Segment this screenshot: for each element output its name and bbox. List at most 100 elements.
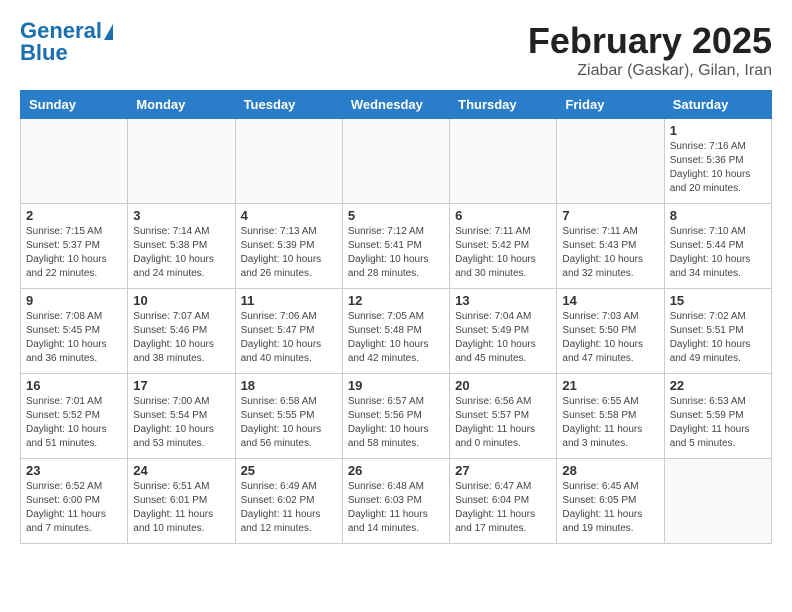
day-number: 10 xyxy=(133,293,229,308)
day-info: Sunrise: 6:49 AM Sunset: 6:02 PM Dayligh… xyxy=(241,480,337,536)
calendar-cell xyxy=(450,119,557,204)
weekday-header: Friday xyxy=(557,91,664,119)
day-info: Sunrise: 7:16 AM Sunset: 5:36 PM Dayligh… xyxy=(670,140,766,196)
logo: General Blue xyxy=(20,20,113,64)
logo-text: General xyxy=(20,20,102,42)
day-number: 17 xyxy=(133,378,229,393)
day-number: 26 xyxy=(348,463,444,478)
calendar-cell xyxy=(664,459,771,544)
calendar-cell: 24 Sunrise: 6:51 AM Sunset: 6:01 PM Dayli… xyxy=(128,459,235,544)
calendar-cell: 19 Sunrise: 6:57 AM Sunset: 5:56 PM Dayli… xyxy=(342,374,449,459)
calendar-cell xyxy=(235,119,342,204)
calendar-cell: 26 Sunrise: 6:48 AM Sunset: 6:03 PM Dayli… xyxy=(342,459,449,544)
week-row: 2Sunrise: 7:15 AM Sunset: 5:37 PM Daylig… xyxy=(21,204,772,289)
calendar-cell xyxy=(342,119,449,204)
calendar-cell: 14 Sunrise: 7:03 AM Sunset: 5:50 PM Dayli… xyxy=(557,289,664,374)
page-header: General Blue February 2025 Ziabar (Gaska… xyxy=(20,20,772,80)
calendar-cell: 7Sunrise: 7:11 AM Sunset: 5:43 PM Daylig… xyxy=(557,204,664,289)
day-number: 19 xyxy=(348,378,444,393)
week-row: 9 Sunrise: 7:08 AM Sunset: 5:45 PM Daylig… xyxy=(21,289,772,374)
weekday-header: Thursday xyxy=(450,91,557,119)
weekday-header-row: SundayMondayTuesdayWednesdayThursdayFrid… xyxy=(21,91,772,119)
day-info: Sunrise: 7:05 AM Sunset: 5:48 PM Dayligh… xyxy=(348,310,444,366)
logo-icon xyxy=(104,24,113,40)
calendar-cell: 15 Sunrise: 7:02 AM Sunset: 5:51 PM Dayli… xyxy=(664,289,771,374)
weekday-header: Wednesday xyxy=(342,91,449,119)
day-info: Sunrise: 7:00 AM Sunset: 5:54 PM Dayligh… xyxy=(133,395,229,451)
day-info: Sunrise: 6:45 AM Sunset: 6:05 PM Dayligh… xyxy=(562,480,658,536)
day-info: Sunrise: 7:14 AM Sunset: 5:38 PM Dayligh… xyxy=(133,225,229,281)
logo-blue: Blue xyxy=(20,42,113,64)
day-number: 5 xyxy=(348,208,444,223)
day-number: 3 xyxy=(133,208,229,223)
calendar-cell: 3 Sunrise: 7:14 AM Sunset: 5:38 PM Daylig… xyxy=(128,204,235,289)
calendar-cell: 8 Sunrise: 7:10 AM Sunset: 5:44 PM Daylig… xyxy=(664,204,771,289)
calendar-cell: 13Sunrise: 7:04 AM Sunset: 5:49 PM Dayli… xyxy=(450,289,557,374)
day-info: Sunrise: 7:10 AM Sunset: 5:44 PM Dayligh… xyxy=(670,225,766,281)
calendar-cell: 25 Sunrise: 6:49 AM Sunset: 6:02 PM Dayli… xyxy=(235,459,342,544)
calendar-cell: 18 Sunrise: 6:58 AM Sunset: 5:55 PM Dayli… xyxy=(235,374,342,459)
day-info: Sunrise: 6:53 AM Sunset: 5:59 PM Dayligh… xyxy=(670,395,766,451)
calendar-cell: 28Sunrise: 6:45 AM Sunset: 6:05 PM Dayli… xyxy=(557,459,664,544)
calendar-cell: 21 Sunrise: 6:55 AM Sunset: 5:58 PM Dayli… xyxy=(557,374,664,459)
day-info: Sunrise: 7:13 AM Sunset: 5:39 PM Dayligh… xyxy=(241,225,337,281)
day-number: 11 xyxy=(241,293,337,308)
day-number: 15 xyxy=(670,293,766,308)
day-info: Sunrise: 7:08 AM Sunset: 5:45 PM Dayligh… xyxy=(26,310,122,366)
weekday-header: Monday xyxy=(128,91,235,119)
day-number: 13 xyxy=(455,293,551,308)
day-info: Sunrise: 6:58 AM Sunset: 5:55 PM Dayligh… xyxy=(241,395,337,451)
day-number: 24 xyxy=(133,463,229,478)
week-row: 23 Sunrise: 6:52 AM Sunset: 6:00 PM Dayli… xyxy=(21,459,772,544)
calendar-cell: 11 Sunrise: 7:06 AM Sunset: 5:47 PM Dayli… xyxy=(235,289,342,374)
calendar-cell: 12Sunrise: 7:05 AM Sunset: 5:48 PM Dayli… xyxy=(342,289,449,374)
day-number: 4 xyxy=(241,208,337,223)
calendar-cell: 5 Sunrise: 7:12 AM Sunset: 5:41 PM Daylig… xyxy=(342,204,449,289)
day-number: 9 xyxy=(26,293,122,308)
calendar-table: SundayMondayTuesdayWednesdayThursdayFrid… xyxy=(20,90,772,544)
day-number: 7 xyxy=(562,208,658,223)
day-info: Sunrise: 7:06 AM Sunset: 5:47 PM Dayligh… xyxy=(241,310,337,366)
day-number: 23 xyxy=(26,463,122,478)
day-number: 27 xyxy=(455,463,551,478)
calendar-cell: 1 Sunrise: 7:16 AM Sunset: 5:36 PM Daylig… xyxy=(664,119,771,204)
title-block: February 2025 Ziabar (Gaskar), Gilan, Ir… xyxy=(528,20,772,80)
day-info: Sunrise: 7:02 AM Sunset: 5:51 PM Dayligh… xyxy=(670,310,766,366)
calendar-cell: 22 Sunrise: 6:53 AM Sunset: 5:59 PM Dayli… xyxy=(664,374,771,459)
day-info: Sunrise: 7:07 AM Sunset: 5:46 PM Dayligh… xyxy=(133,310,229,366)
day-info: Sunrise: 7:11 AM Sunset: 5:42 PM Dayligh… xyxy=(455,225,551,281)
calendar-title: February 2025 xyxy=(528,20,772,62)
calendar-cell: 9 Sunrise: 7:08 AM Sunset: 5:45 PM Daylig… xyxy=(21,289,128,374)
week-row: 16 Sunrise: 7:01 AM Sunset: 5:52 PM Dayli… xyxy=(21,374,772,459)
calendar-cell: 6 Sunrise: 7:11 AM Sunset: 5:42 PM Daylig… xyxy=(450,204,557,289)
weekday-header: Tuesday xyxy=(235,91,342,119)
calendar-cell: 20 Sunrise: 6:56 AM Sunset: 5:57 PM Dayli… xyxy=(450,374,557,459)
day-number: 8 xyxy=(670,208,766,223)
day-info: Sunrise: 7:01 AM Sunset: 5:52 PM Dayligh… xyxy=(26,395,122,451)
day-info: Sunrise: 6:57 AM Sunset: 5:56 PM Dayligh… xyxy=(348,395,444,451)
day-info: Sunrise: 6:48 AM Sunset: 6:03 PM Dayligh… xyxy=(348,480,444,536)
day-number: 14 xyxy=(562,293,658,308)
week-row: 1 Sunrise: 7:16 AM Sunset: 5:36 PM Daylig… xyxy=(21,119,772,204)
calendar-cell: 16 Sunrise: 7:01 AM Sunset: 5:52 PM Dayli… xyxy=(21,374,128,459)
day-number: 25 xyxy=(241,463,337,478)
calendar-cell: 23 Sunrise: 6:52 AM Sunset: 6:00 PM Dayli… xyxy=(21,459,128,544)
day-number: 22 xyxy=(670,378,766,393)
day-info: Sunrise: 6:56 AM Sunset: 5:57 PM Dayligh… xyxy=(455,395,551,451)
calendar-cell: 27Sunrise: 6:47 AM Sunset: 6:04 PM Dayli… xyxy=(450,459,557,544)
day-info: Sunrise: 7:12 AM Sunset: 5:41 PM Dayligh… xyxy=(348,225,444,281)
weekday-header: Saturday xyxy=(664,91,771,119)
day-number: 21 xyxy=(562,378,658,393)
day-info: Sunrise: 6:51 AM Sunset: 6:01 PM Dayligh… xyxy=(133,480,229,536)
day-number: 20 xyxy=(455,378,551,393)
calendar-subtitle: Ziabar (Gaskar), Gilan, Iran xyxy=(528,62,772,80)
day-info: Sunrise: 6:55 AM Sunset: 5:58 PM Dayligh… xyxy=(562,395,658,451)
day-number: 1 xyxy=(670,123,766,138)
day-info: Sunrise: 7:03 AM Sunset: 5:50 PM Dayligh… xyxy=(562,310,658,366)
day-number: 18 xyxy=(241,378,337,393)
day-number: 16 xyxy=(26,378,122,393)
calendar-cell xyxy=(21,119,128,204)
day-info: Sunrise: 6:52 AM Sunset: 6:00 PM Dayligh… xyxy=(26,480,122,536)
weekday-header: Sunday xyxy=(21,91,128,119)
day-number: 6 xyxy=(455,208,551,223)
